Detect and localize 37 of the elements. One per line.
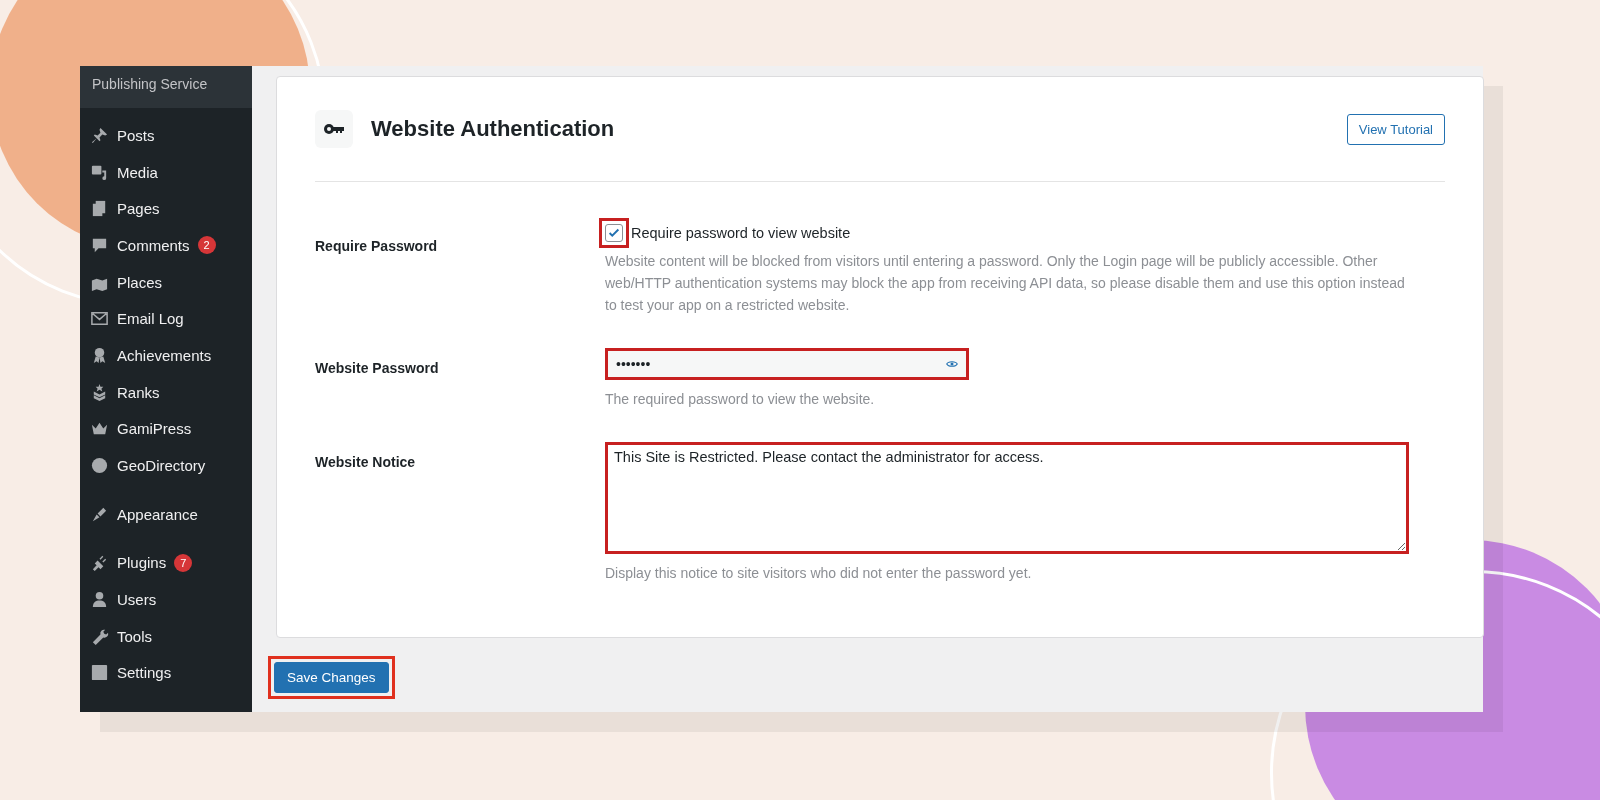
sidebar-item[interactable]: Users bbox=[80, 581, 252, 618]
sidebar-item[interactable]: Appearance bbox=[80, 495, 252, 533]
field-label: Website Notice bbox=[315, 453, 417, 472]
help-text: The required password to view the website. bbox=[605, 390, 876, 409]
sidebar-item[interactable]: Comments 2 bbox=[80, 227, 252, 264]
site-name: Publishing Service bbox=[80, 66, 252, 108]
view-tutorial-button[interactable]: View Tutorial bbox=[1346, 113, 1445, 145]
key-icon bbox=[315, 110, 353, 148]
sidebar-item[interactable]: Ranks bbox=[80, 373, 252, 411]
eye-icon[interactable] bbox=[946, 358, 958, 370]
notice-textarea[interactable]: This Site is Restricted. Please contact the administrator for access. bbox=[605, 442, 1409, 554]
sidebar-item[interactable]: Places bbox=[80, 263, 252, 301]
sidebar-item[interactable]: GeoDirectory bbox=[80, 447, 252, 484]
sidebar-item[interactable]: Pages bbox=[80, 190, 252, 228]
count-badge: 7 bbox=[174, 553, 193, 572]
sidebar-item[interactable]: GamiPress bbox=[80, 410, 252, 448]
save-changes-button[interactable]: Save Changes bbox=[274, 662, 389, 693]
plug-icon bbox=[90, 553, 109, 573]
checkbox[interactable] bbox=[605, 224, 623, 242]
count-badge: 2 bbox=[197, 236, 216, 255]
sidebar-item[interactable]: Tools bbox=[80, 617, 252, 655]
sidebar-item[interactable]: Email Log bbox=[80, 300, 252, 338]
field-label: Require Password bbox=[315, 237, 439, 256]
password-field[interactable]: ••••••• bbox=[605, 348, 969, 380]
help-text: Display this notice to site visitors who did not enter the password yet. bbox=[605, 564, 1033, 583]
sidebar-item[interactable]: Plugins 7 bbox=[80, 544, 252, 582]
panel-title: Website Authentication bbox=[371, 116, 616, 142]
checkbox-label: Require password to view website bbox=[631, 225, 851, 241]
field-label: Website Password bbox=[315, 359, 440, 378]
sidebar-item[interactable]: Posts bbox=[80, 117, 252, 154]
pin-icon bbox=[90, 125, 109, 145]
user-icon bbox=[90, 590, 109, 610]
checkmark-icon bbox=[607, 226, 621, 240]
sidebar-item[interactable]: Achievements bbox=[80, 337, 252, 374]
help-text: Website content will be blocked from visitors until entering a password. Only the Login page will be publicly accessible. Other web/HTTP authentication systems may block the app from receiving API data, so please disable them and use this option instead to test your app on a restricted website. bbox=[605, 252, 1405, 315]
sidebar-item[interactable]: Media bbox=[80, 153, 252, 191]
sidebar-item[interactable]: Settings bbox=[80, 654, 252, 692]
